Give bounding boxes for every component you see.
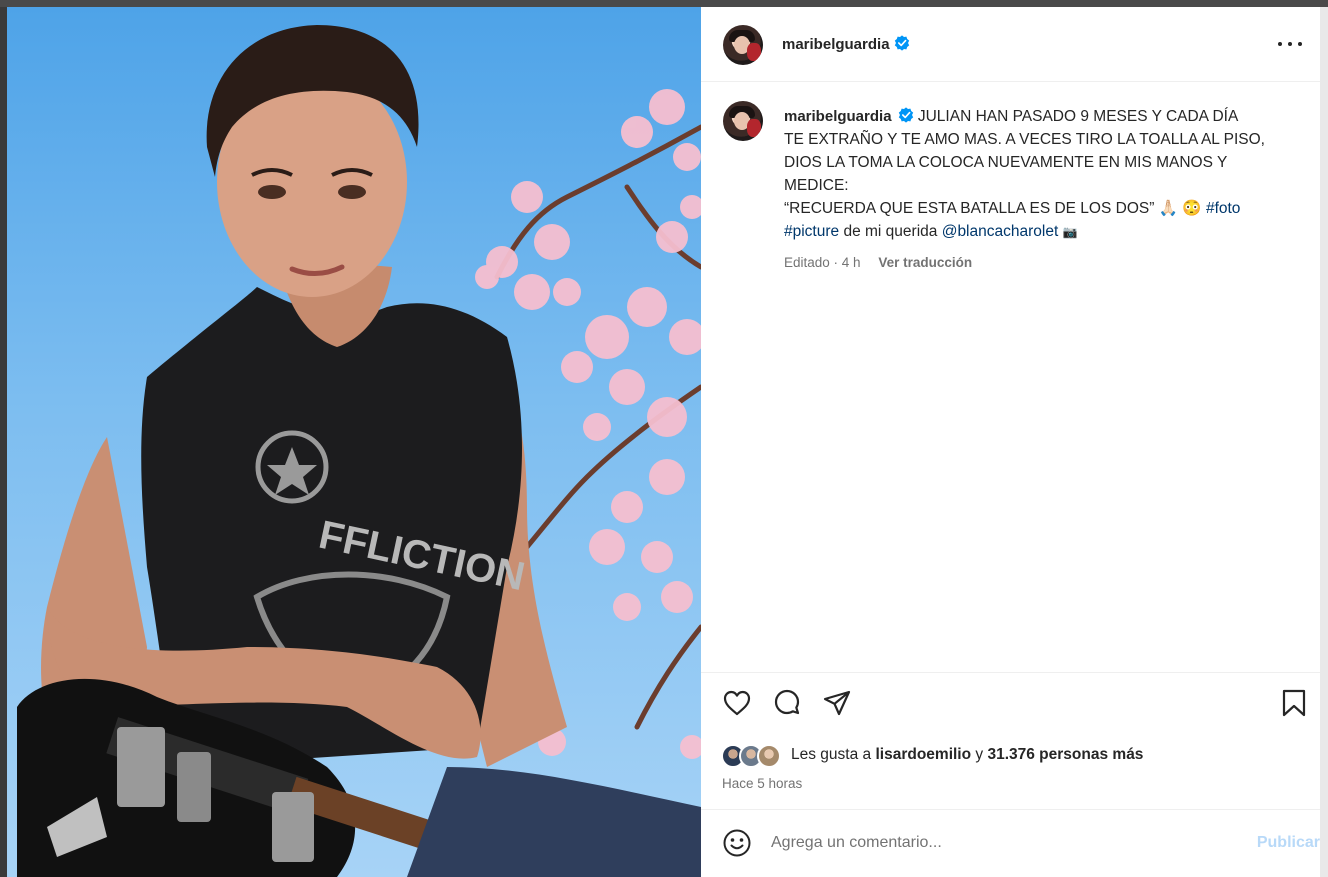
caption-author-avatar[interactable] xyxy=(723,101,763,141)
see-translation-button[interactable]: Ver traducción xyxy=(878,255,972,270)
window-left-edge xyxy=(0,7,7,877)
hashtag-foto[interactable]: #foto xyxy=(1206,200,1240,217)
verified-badge-icon xyxy=(898,107,913,123)
smiley-icon[interactable] xyxy=(722,828,752,858)
caption-emoji-praying: 🙏🏻 xyxy=(1158,200,1179,217)
author-username[interactable]: maribelguardia xyxy=(782,35,910,53)
divider xyxy=(701,672,1320,673)
caption-line-2: TE EXTRAÑO Y TE AMO MAS. A VECES TIRO LA… xyxy=(784,131,1265,148)
liker-username[interactable]: lisardoemilio xyxy=(875,746,971,763)
paper-plane-icon[interactable] xyxy=(821,687,853,719)
caption-line-4: MEDICE: xyxy=(784,177,849,194)
caption-line-5: “RECUERDA QUE ESTA BATALLA ES DE LOS DOS… xyxy=(784,200,1155,217)
author-avatar[interactable] xyxy=(723,25,763,65)
liker-avatars[interactable] xyxy=(721,742,791,768)
caption-author-username[interactable]: maribelguardia xyxy=(784,108,892,125)
scrollbar-track[interactable] xyxy=(1320,7,1328,877)
comment-input[interactable] xyxy=(771,830,1231,856)
avatar xyxy=(757,744,781,768)
bookmark-icon[interactable] xyxy=(1278,687,1310,719)
edited-time: Editado · 4 h xyxy=(784,255,861,270)
window-top-edge xyxy=(0,0,1328,7)
caption-line-1: JULIAN HAN PASADO 9 MESES Y CADA DÍA xyxy=(917,108,1239,125)
likes-joiner: y xyxy=(975,746,984,763)
more-options-icon[interactable] xyxy=(1278,34,1302,54)
post-caption: maribelguardia JULIAN HAN PASADO 9 MESES… xyxy=(784,105,1294,244)
caption-line-3: DIOS LA TOMA LA COLOCA NUEVAMENTE EN MIS… xyxy=(784,154,1228,171)
caption-meta: Editado · 4 h Ver traducción xyxy=(784,255,972,270)
verified-badge-icon xyxy=(894,35,909,51)
post-timestamp[interactable]: Hace 5 horas xyxy=(722,776,802,791)
post-detail-panel: maribelguardia maribelguardia JULIAN HAN… xyxy=(701,7,1320,877)
likes-prefix: Les gusta a xyxy=(791,746,872,763)
post-header: maribelguardia xyxy=(701,7,1320,82)
publish-button[interactable]: Publicar xyxy=(1257,834,1320,852)
post-photo-illustration: FFLICTION xyxy=(17,25,701,877)
hashtag-picture[interactable]: #picture xyxy=(784,223,839,240)
caption-emoji-flushed: 😳 xyxy=(1182,200,1202,217)
author-username-text[interactable]: maribelguardia xyxy=(782,36,890,53)
post-photo[interactable]: FFLICTION xyxy=(7,7,701,877)
likes-count-link[interactable]: 31.376 personas más xyxy=(987,746,1143,763)
comment-bubble-icon[interactable] xyxy=(771,687,803,719)
likes-summary: Les gusta a lisardoemilio y 31.376 perso… xyxy=(721,742,1301,768)
likes-text: Les gusta a lisardoemilio y 31.376 perso… xyxy=(791,746,1143,764)
post-actions-bar xyxy=(701,687,1320,727)
caption-section: maribelguardia JULIAN HAN PASADO 9 MESES… xyxy=(701,83,1320,673)
mention-link[interactable]: @blancacharolet xyxy=(942,223,1059,240)
heart-icon[interactable] xyxy=(721,687,753,719)
caption-emoji-camera: 📷 xyxy=(1062,225,1078,239)
person-figure: FFLICTION xyxy=(17,25,701,877)
comment-composer: Publicar xyxy=(701,810,1320,877)
caption-mid-text: de mi querida xyxy=(843,223,938,240)
